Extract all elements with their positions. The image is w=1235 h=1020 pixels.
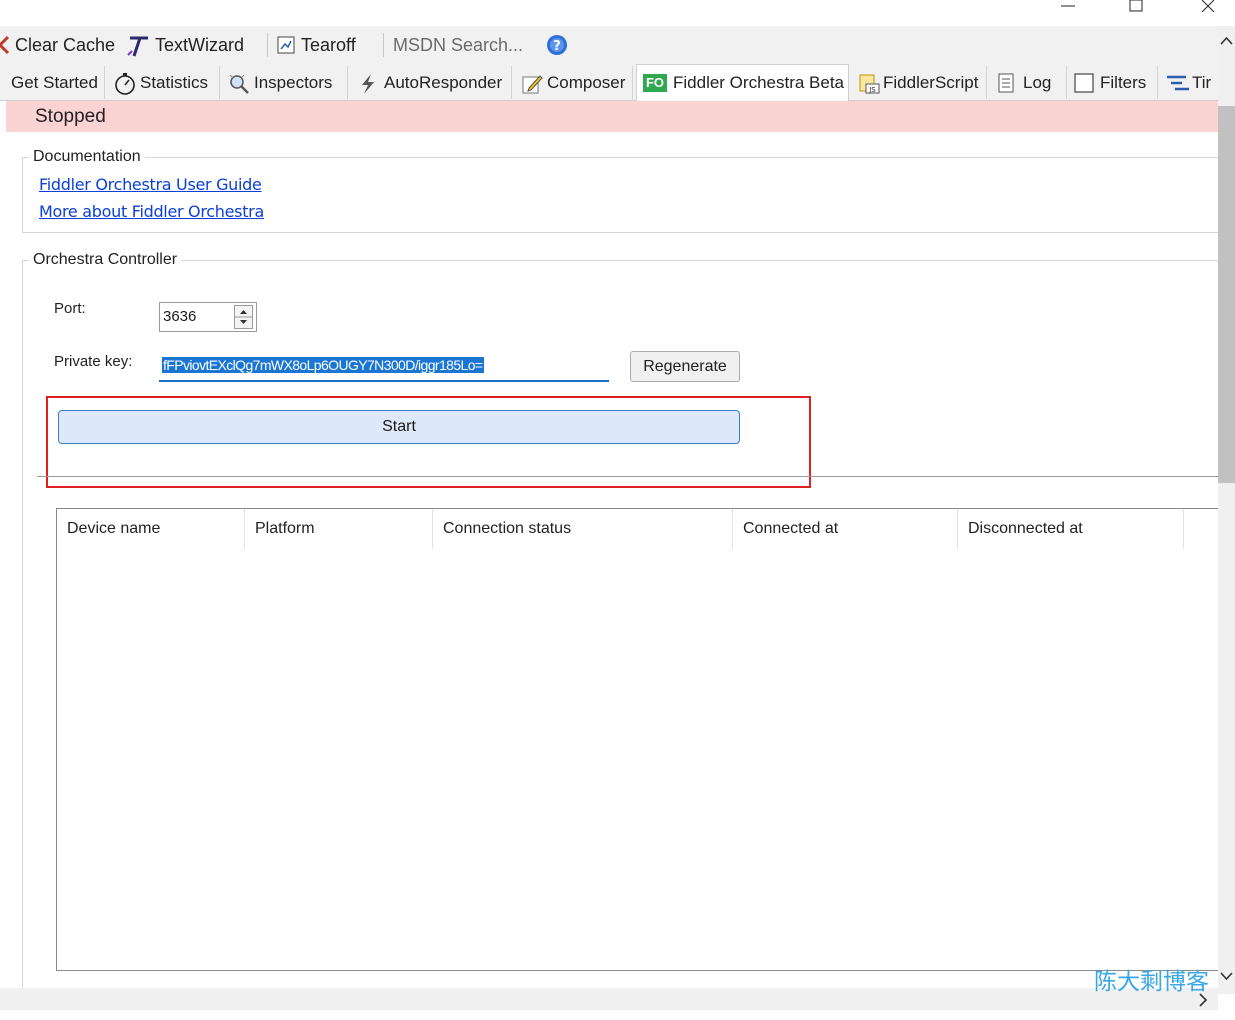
textwizard-label: TextWizard [155,34,245,55]
lightning-icon [358,73,378,94]
toolbar-divider [267,33,268,57]
toolbar-divider [383,33,384,57]
spin-down-icon [240,320,247,324]
documentation-legend: Documentation [29,148,145,166]
tab-label: Fiddler Orchestra Beta [673,73,845,92]
controller-legend: Orchestra Controller [29,251,182,269]
separator-line [37,476,1218,477]
tab-label: FiddlerScript [883,72,979,92]
tab-log[interactable]: Log [991,66,1067,99]
tab-get-started[interactable]: Get Started [5,66,105,99]
magnifier-icon [228,73,249,94]
script-icon: JS [857,73,880,94]
tab-timeline[interactable]: Tir [1160,66,1218,99]
svg-text:JS: JS [868,86,876,94]
log-icon [997,73,1017,93]
column-header-platform[interactable]: Platform [245,509,433,549]
timeline-icon [1166,73,1189,93]
column-header-connected-at[interactable]: Connected at [733,509,958,549]
port-stepper[interactable]: 3636 [159,302,257,332]
checkbox-icon [1074,72,1094,93]
tab-label: Filters [1100,72,1147,92]
tab-fiddlerscript[interactable]: JS FiddlerScript [851,66,987,99]
highlight-box [46,396,811,488]
svg-text:?: ? [553,39,561,54]
watermark: 陈大剩博客 [1094,968,1209,994]
tab-label: AutoResponder [384,72,503,92]
tab-bar: Get Started Statistics Inspectors AutoRe… [0,64,1218,101]
status-banner: Stopped [6,101,1218,132]
clear-cache-button[interactable]: Clear Cache [0,32,115,58]
more-about-link[interactable]: More about Fiddler Orchestra [39,202,264,221]
regenerate-button[interactable]: Regenerate [630,351,740,382]
tab-label: Tir [1192,72,1212,92]
maximize-icon[interactable] [1114,0,1158,22]
tab-autoresponder[interactable]: AutoResponder [352,66,512,99]
scroll-up-icon[interactable] [1218,30,1235,50]
tab-filters[interactable]: Filters [1068,66,1158,99]
column-header-disconnected-at[interactable]: Disconnected at [958,509,1184,549]
minimize-icon[interactable] [1046,0,1090,22]
tab-inspectors[interactable]: Inspectors [222,66,348,99]
textwizard-button[interactable]: TextWizard [126,32,244,58]
tab-label: Statistics [140,72,209,92]
stopwatch-icon [114,72,135,95]
tab-label: Inspectors [254,72,333,92]
tab-statistics[interactable]: Statistics [108,66,220,99]
tearoff-label: Tearoff [301,34,356,55]
msdn-search-input[interactable]: MSDN Search... [393,32,523,58]
column-header-device-name[interactable]: Device name [57,509,245,549]
private-key-value: fFPviovtEXclQg7mWX8oLp6OUGY7N300D/iggr18… [162,357,484,373]
tab-label: Get Started [11,72,98,92]
close-icon[interactable] [1186,0,1230,22]
tab-label: Log [1023,72,1052,92]
clear-cache-label: Clear Cache [15,34,116,55]
scroll-down-icon[interactable] [1218,966,1235,986]
port-value: 3636 [163,308,197,325]
documentation-group [22,157,1218,233]
private-key-input[interactable]: fFPviovtEXclQg7mWX8oLp6OUGY7N300D/iggr18… [159,351,609,382]
scrollbar-thumb[interactable] [1218,106,1235,483]
port-label: Port: [54,300,86,317]
fo-icon: FO [643,74,667,92]
help-icon[interactable]: ? [546,32,568,58]
private-key-label: Private key: [54,353,133,370]
tearoff-button[interactable]: Tearoff [276,32,356,58]
horizontal-scrollbar[interactable] [0,988,1218,1010]
clear-cache-icon [0,35,10,55]
tearoff-icon [276,35,296,55]
tab-label: Composer [547,72,626,92]
pencil-icon [521,73,543,93]
textwizard-icon [126,35,150,57]
tab-fiddler-orchestra[interactable]: FO Fiddler Orchestra Beta [636,64,849,101]
spin-up-icon [240,310,247,314]
tab-composer[interactable]: Composer [515,66,633,99]
port-spinner[interactable] [234,305,253,329]
devices-table[interactable]: Device name Platform Connection status C… [56,508,1218,971]
msdn-search-placeholder: MSDN Search... [393,34,524,55]
user-guide-link[interactable]: Fiddler Orchestra User Guide [39,175,262,194]
toolbar: Clear Cache TextWizard Tearoff MSDN Sear… [0,26,1235,65]
column-header-connection-status[interactable]: Connection status [433,509,733,549]
